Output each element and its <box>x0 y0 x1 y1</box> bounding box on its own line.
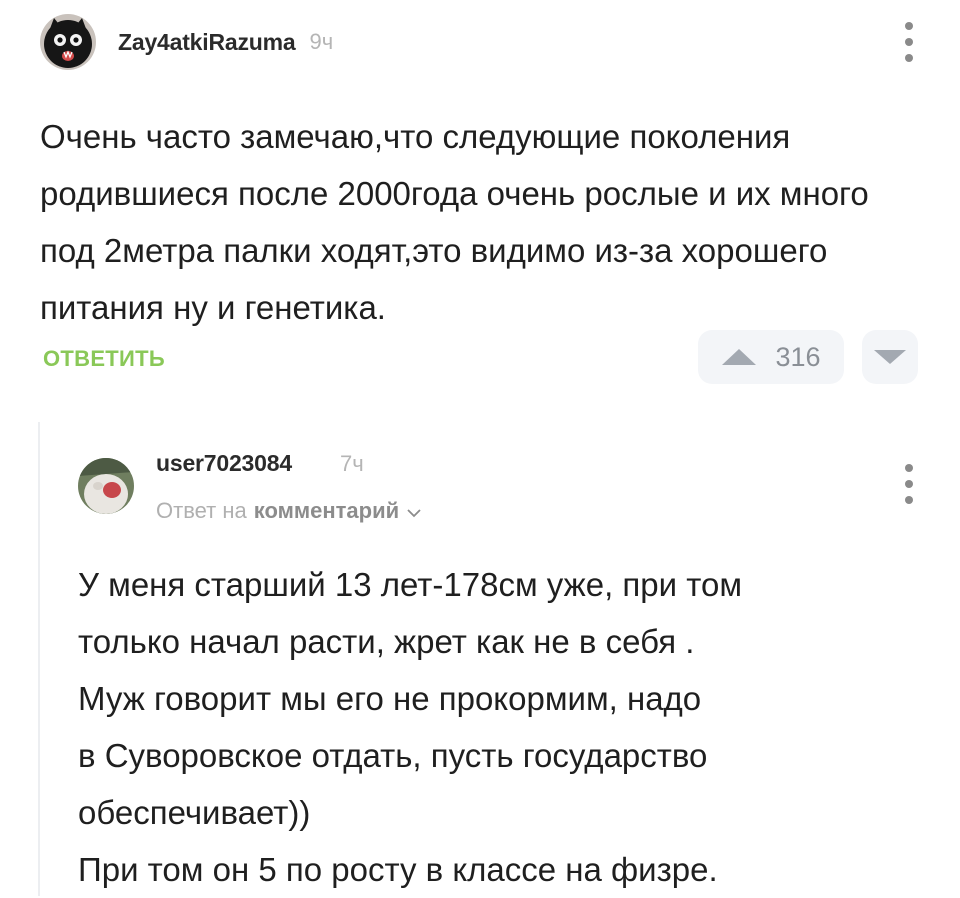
reply-body: У меня старший 13 лет-178см уже, при том… <box>78 556 918 898</box>
triangle-up-icon <box>722 349 757 365</box>
triangle-down-icon <box>874 350 906 364</box>
thread-line <box>38 422 40 896</box>
comment-body: Очень часто замечаю,что следующие поколе… <box>40 118 869 326</box>
avatar[interactable] <box>78 458 134 514</box>
comment-time: 9ч <box>309 29 334 54</box>
downvote-button[interactable] <box>862 330 918 384</box>
upvote-button[interactable]: 316 <box>698 330 844 384</box>
reply-line: только начал расти, жрет как не в себя . <box>78 623 695 660</box>
reply-header <box>78 446 134 514</box>
reply-line: Муж говорит мы его не прокормим, надо <box>78 680 702 717</box>
avatar[interactable] <box>40 14 96 70</box>
user-avatar-icon <box>78 458 134 514</box>
reply-line: У меня старший 13 лет-178см уже, при том <box>78 566 743 603</box>
reply-line: обеспечивает)) <box>78 794 311 831</box>
author-username[interactable]: Zay4atkiRazuma <box>118 29 296 56</box>
comment-header: Zay4atkiRazuma 9ч <box>40 14 333 70</box>
reply-line: При том он 5 по росту в классе на физре. <box>78 851 718 888</box>
reply-to-prefix: Ответ на <box>156 498 247 523</box>
reply-time: 7ч <box>340 451 364 476</box>
reply-button[interactable]: ОТВЕТИТЬ <box>43 346 165 372</box>
chevron-down-icon[interactable] <box>407 498 421 524</box>
reply-to-target[interactable]: комментарий <box>254 498 399 524</box>
reply-line: в Суворовское отдать, пусть государство <box>78 737 708 774</box>
rating-count: 316 <box>775 341 821 372</box>
reply-author-username[interactable]: user7023084 <box>156 450 292 477</box>
reply-to-info: Ответ на комментарий <box>156 498 421 524</box>
more-vertical-icon[interactable] <box>902 22 916 62</box>
more-vertical-icon[interactable] <box>902 464 916 504</box>
cat-avatar-icon <box>40 14 96 70</box>
